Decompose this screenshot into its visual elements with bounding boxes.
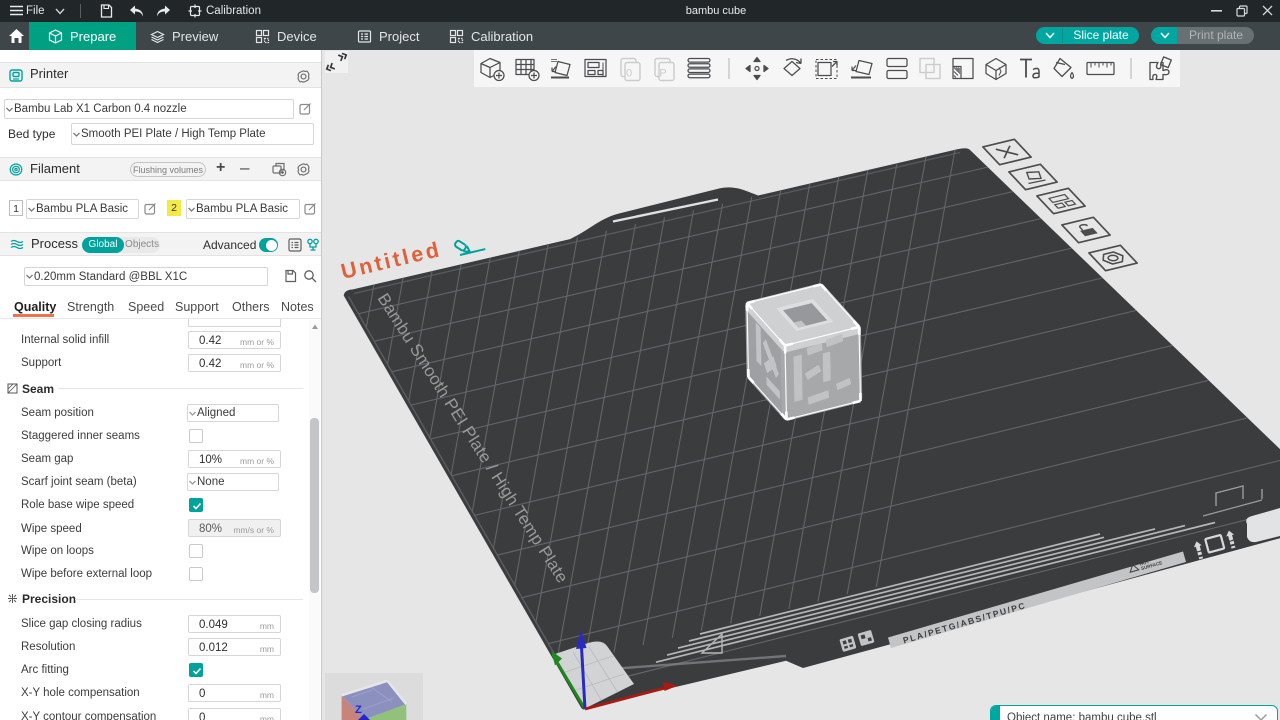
svg-text:0: 0: [626, 68, 632, 80]
svg-text:P: P: [659, 68, 666, 80]
svg-text:Z: Z: [355, 704, 362, 716]
